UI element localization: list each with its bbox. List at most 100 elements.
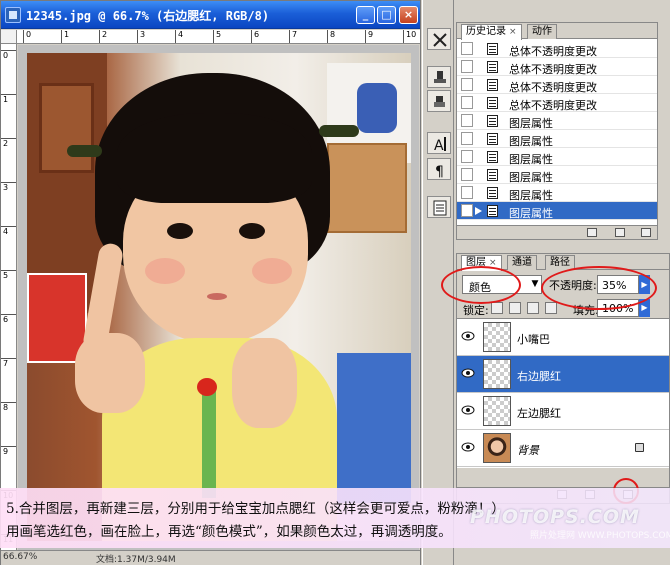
history-item-label: 图层属性	[509, 189, 553, 202]
layer-row[interactable]: 左边腮红	[457, 393, 669, 430]
history-state-icon	[487, 43, 498, 55]
history-state-icon	[487, 133, 498, 145]
svg-text:¶: ¶	[435, 164, 444, 179]
snapshot-source-checkbox[interactable]	[461, 96, 473, 109]
horizontal-ruler[interactable]: 0 1 2 3 4 5 6 7 8 9 10	[17, 30, 420, 44]
history-item[interactable]: 总体不透明度更改	[457, 94, 657, 112]
eye-icon[interactable]	[461, 405, 475, 415]
layer-row[interactable]: 背景	[457, 430, 669, 467]
history-item[interactable]: 图层属性	[457, 112, 657, 130]
history-item[interactable]: 总体不透明度更改	[457, 40, 657, 58]
snapshot-source-checkbox[interactable]	[461, 114, 473, 127]
history-state-icon	[487, 115, 498, 127]
layer-name[interactable]: 小嘴巴	[517, 331, 550, 347]
snapshot-source-checkbox[interactable]	[461, 78, 473, 91]
layer-name[interactable]: 左边腮红	[517, 405, 561, 421]
history-state-icon	[487, 205, 498, 217]
new-document-from-state-button[interactable]	[587, 228, 597, 237]
vertical-ruler[interactable]: 0 1 2 3 4 5 6 7 8 9 10 11	[1, 44, 17, 550]
snapshot-source-checkbox[interactable]	[461, 60, 473, 73]
history-item-label: 总体不透明度更改	[509, 99, 597, 112]
history-list[interactable]: 总体不透明度更改 总体不透明度更改 总体不透明度更改 总体不透明度更改 图层属性…	[457, 40, 657, 225]
layer-row-selected[interactable]: 右边腮红	[457, 356, 669, 393]
history-panel-tabs: 历史记录 × 动作	[457, 23, 657, 40]
tool-presets-button[interactable]	[427, 28, 451, 50]
close-button[interactable]: ×	[399, 6, 418, 24]
chevron-down-icon[interactable]: ▼	[529, 276, 541, 293]
history-item[interactable]: 图层属性	[457, 148, 657, 166]
layer-list[interactable]: 小嘴巴 右边腮红 左边腮红 背景	[457, 318, 669, 468]
history-item[interactable]: 图层属性	[457, 166, 657, 184]
ruler-label: 4	[1, 226, 16, 270]
lock-position-icon[interactable]	[527, 302, 539, 314]
history-panel-footer	[457, 225, 657, 239]
ruler-label: 3	[1, 182, 16, 226]
ruler-label: 9	[1, 446, 16, 490]
caption-line: 5.合并图层，再新建三层，分别用于给宝宝加点腮红（这样会更可爱点，粉粉滴！）	[6, 501, 505, 517]
character-icon: A	[434, 137, 446, 153]
snapshot-source-checkbox[interactable]	[461, 204, 473, 217]
ruler-label: 2	[99, 30, 107, 43]
lock-transparency-icon[interactable]	[491, 302, 503, 314]
site-watermark: PHOTOPS.COM	[470, 506, 640, 528]
new-snapshot-button[interactable]	[615, 228, 625, 237]
tab-label: 通道	[512, 257, 532, 268]
maximize-button[interactable]: □	[377, 6, 396, 24]
eye-icon[interactable]	[461, 331, 475, 341]
ruler-label: 1	[61, 30, 69, 43]
snapshot-source-checkbox[interactable]	[461, 150, 473, 163]
lock-image-icon[interactable]	[509, 302, 521, 314]
eye-icon[interactable]	[461, 368, 475, 378]
lock-icon	[635, 443, 644, 452]
layer-row[interactable]: 小嘴巴	[457, 319, 669, 356]
history-item-label: 图层属性	[509, 117, 553, 130]
lock-all-icon[interactable]	[545, 302, 557, 314]
close-icon[interactable]: ×	[509, 27, 517, 37]
history-item-label: 图层属性	[509, 135, 553, 148]
tab-channels[interactable]: 通道	[507, 255, 537, 270]
tab-actions[interactable]: 动作	[527, 24, 557, 39]
ruler-origin[interactable]	[1, 30, 17, 44]
history-item[interactable]: 总体不透明度更改	[457, 58, 657, 76]
paragraph-button[interactable]: ¶	[427, 158, 451, 180]
history-item-label: 总体不透明度更改	[509, 63, 597, 76]
history-item-label: 图层属性	[509, 153, 553, 166]
canvas-area[interactable]	[18, 45, 419, 550]
document-size: 文档:1.37M/3.94M	[96, 555, 176, 565]
ruler-label: 8	[327, 30, 335, 43]
history-state-slider-icon[interactable]	[475, 207, 482, 215]
clone-source-button[interactable]	[427, 90, 451, 112]
history-item[interactable]: 总体不透明度更改	[457, 76, 657, 94]
tab-history[interactable]: 历史记录 ×	[461, 24, 522, 40]
svg-text:A: A	[434, 138, 444, 153]
document-titlebar[interactable]: 12345.jpg @ 66.7% (右边腮红, RGB/8) _ □ ×	[1, 1, 420, 29]
minimize-button[interactable]: _	[356, 6, 375, 24]
layer-comps-button[interactable]	[427, 196, 451, 218]
snapshot-source-checkbox[interactable]	[461, 42, 473, 55]
eye-icon[interactable]	[461, 442, 475, 452]
history-item[interactable]: 图层属性	[457, 130, 657, 148]
layer-name[interactable]: 右边腮红	[517, 368, 561, 384]
ruler-label: 4	[175, 30, 183, 43]
snapshot-source-checkbox[interactable]	[461, 168, 473, 181]
ruler-label: 8	[1, 402, 16, 446]
history-item-current[interactable]: 图层属性	[457, 202, 657, 220]
delete-state-trash-icon[interactable]	[641, 228, 651, 237]
snapshot-source-checkbox[interactable]	[461, 186, 473, 199]
zoom-level[interactable]: 66.67%	[3, 552, 43, 562]
ruler-label: 6	[251, 30, 259, 43]
tab-label: 路径	[550, 257, 570, 268]
history-state-icon	[487, 79, 498, 91]
character-button[interactable]: A	[427, 132, 451, 154]
history-item-label: 图层属性	[509, 171, 553, 184]
photoshop-document-icon	[5, 7, 21, 23]
ruler-label: 10	[403, 30, 416, 43]
layer-name[interactable]: 背景	[517, 442, 539, 458]
history-item-label: 总体不透明度更改	[509, 45, 597, 58]
snapshot-source-checkbox[interactable]	[461, 132, 473, 145]
canvas-photo[interactable]	[27, 53, 411, 541]
ruler-label: 6	[1, 314, 16, 358]
history-item[interactable]: 图层属性	[457, 184, 657, 202]
brushes-button[interactable]	[427, 66, 451, 88]
lock-label: 锁定:	[463, 304, 489, 317]
